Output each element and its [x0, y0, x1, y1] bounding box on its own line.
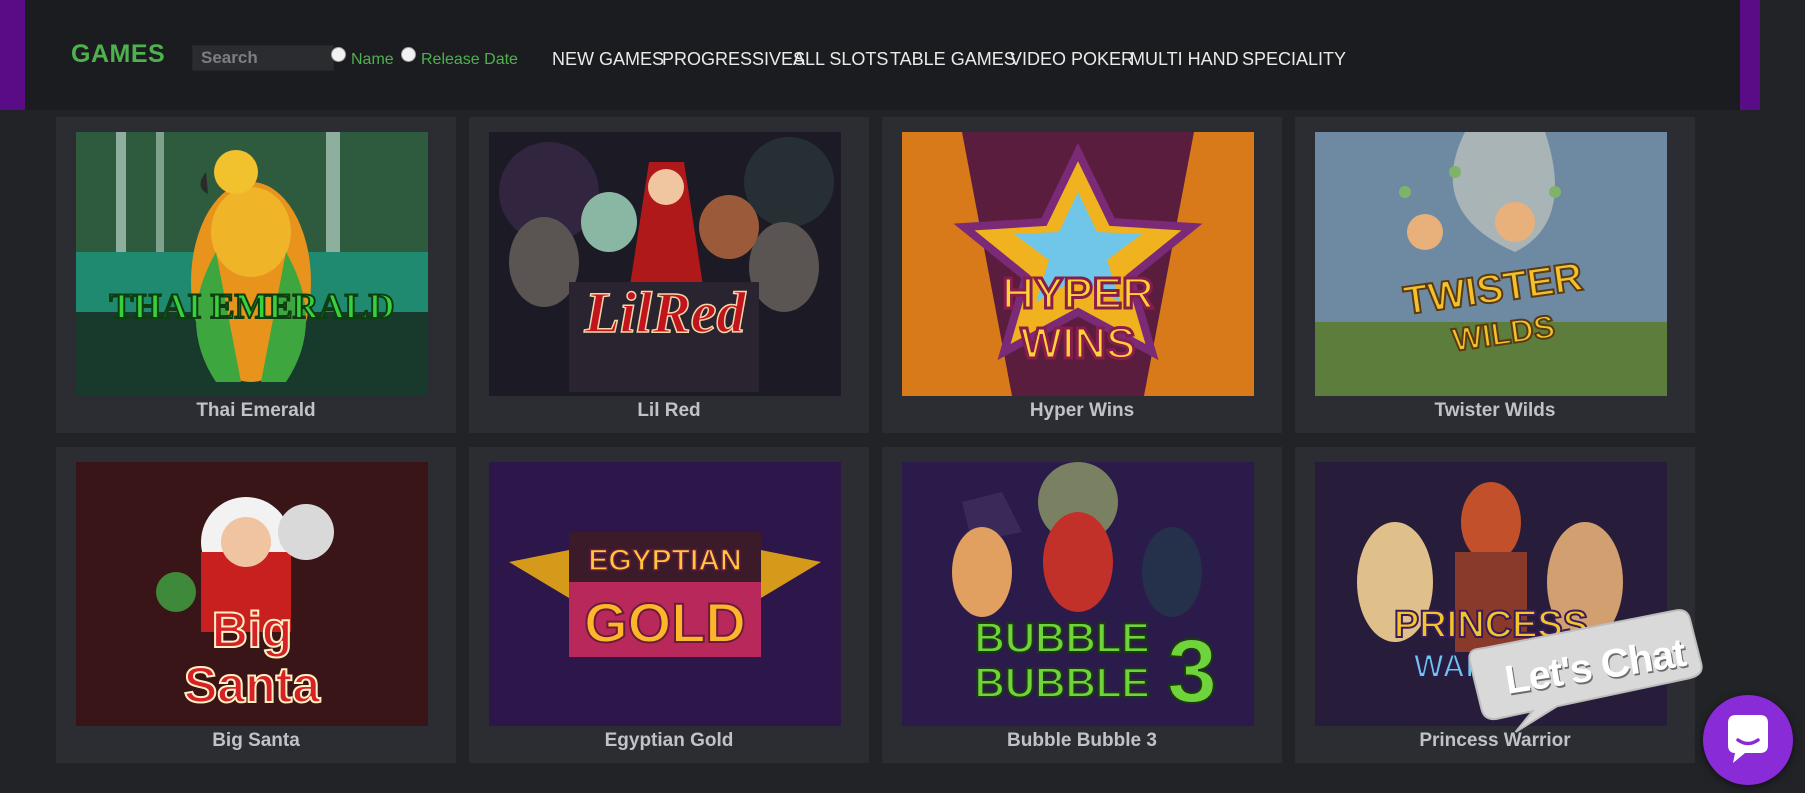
game-art-text: THAI EMERALD [109, 286, 394, 326]
nav-progressives[interactable]: PROGRESSIVES [662, 49, 805, 70]
game-art-text: HYPER [1002, 269, 1154, 318]
game-art-text: BUBBLE [975, 614, 1150, 661]
game-card[interactable]: BUBBLE BUBBLE 3 Bubble Bubble 3 [882, 447, 1282, 763]
nav-table-games[interactable]: TABLE GAMES [890, 49, 1016, 70]
top-header: GAMES Name Release Date NEW GAMES PROGRE… [0, 0, 1760, 110]
chat-icon [1728, 715, 1768, 763]
search-input[interactable] [192, 45, 334, 71]
game-art-text: GOLD [584, 591, 746, 654]
game-card[interactable]: LilRed Lil Red [469, 117, 869, 433]
game-thumbnail[interactable]: TWISTER WILDS [1315, 132, 1667, 396]
game-art-text: WINS [1021, 319, 1136, 368]
game-title[interactable]: Big Santa [56, 730, 456, 752]
games-logo[interactable]: GAMES [71, 40, 165, 69]
sort-by-release-date-radio[interactable] [401, 47, 416, 62]
game-art-text: Santa [184, 657, 321, 713]
game-title[interactable]: Egyptian Gold [469, 730, 869, 752]
game-title[interactable]: Thai Emerald [56, 400, 456, 422]
game-thumbnail[interactable]: THAI EMERALD [76, 132, 428, 396]
game-card[interactable]: TWISTER WILDS Twister Wilds [1295, 117, 1695, 433]
game-art-text: LilRed [583, 280, 746, 345]
sort-by-name-radio[interactable] [331, 47, 346, 62]
game-art-text: BUBBLE [975, 659, 1150, 706]
game-card[interactable]: HYPER WINS Hyper Wins [882, 117, 1282, 433]
game-card[interactable]: EGYPTIAN GOLD Egyptian Gold [469, 447, 869, 763]
game-thumbnail[interactable]: BUBBLE BUBBLE 3 [902, 462, 1254, 726]
nav-all-slots[interactable]: ALL SLOTS [793, 49, 888, 70]
game-title[interactable]: Twister Wilds [1295, 400, 1695, 422]
game-art-text: EGYPTIAN [588, 544, 741, 577]
sort-by-release-date-label[interactable]: Release Date [421, 51, 518, 69]
game-title[interactable]: Lil Red [469, 400, 869, 422]
game-thumbnail[interactable]: Big Santa [76, 462, 428, 726]
nav-speciality[interactable]: SPECIALITY [1242, 49, 1346, 70]
nav-video-poker[interactable]: VIDEO POKER [1010, 49, 1134, 70]
game-art-text: 3 [1167, 622, 1217, 722]
game-thumbnail[interactable]: LilRed [489, 132, 841, 396]
game-card[interactable]: THAI EMERALD Thai Emerald [56, 117, 456, 433]
game-title[interactable]: Hyper Wins [882, 400, 1282, 422]
nav-multi-hand[interactable]: MULTI HAND [1130, 49, 1239, 70]
nav-new-games[interactable]: NEW GAMES [552, 49, 664, 70]
chat-launcher-button[interactable] [1703, 695, 1793, 785]
game-thumbnail[interactable]: HYPER WINS [902, 132, 1254, 396]
game-card[interactable]: Big Santa Big Santa [56, 447, 456, 763]
game-thumbnail[interactable]: EGYPTIAN GOLD [489, 462, 841, 726]
game-title[interactable]: Bubble Bubble 3 [882, 730, 1282, 752]
sort-by-name-label[interactable]: Name [351, 51, 394, 69]
game-art-text: Big [212, 602, 293, 658]
